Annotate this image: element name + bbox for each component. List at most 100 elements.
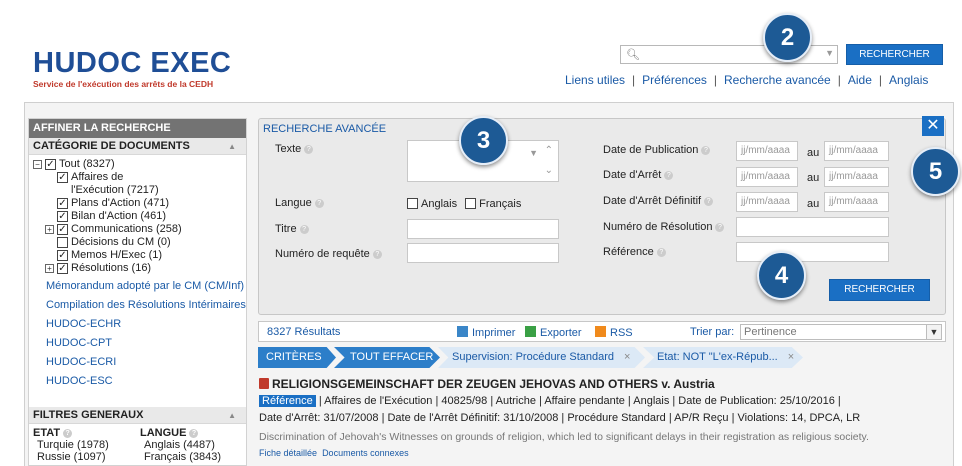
result-description: Discrimination of Jehovah's Witnesses on… xyxy=(259,431,869,443)
expand-toggle[interactable]: + xyxy=(45,264,54,273)
langue-item[interactable]: Français (3843) xyxy=(140,451,221,463)
expand-toggle[interactable]: + xyxy=(45,225,54,234)
checkbox-bilan[interactable]: ✓ xyxy=(57,211,68,222)
label-titre: Titre? xyxy=(275,223,309,235)
checkbox-affaires[interactable]: ✓ xyxy=(57,172,68,183)
refine-header: AFFINER LA RECHERCHE xyxy=(29,119,246,138)
category-header[interactable]: CATÉGORIE DE DOCUMENTS ▲ xyxy=(29,138,246,155)
help-icon[interactable]: ? xyxy=(299,225,309,234)
link-preferences[interactable]: Préférences xyxy=(642,73,707,87)
link-documents-connexes[interactable]: Documents connexes xyxy=(322,448,409,458)
date-arret-from[interactable]: jj/mm/aaaa xyxy=(736,167,798,187)
collapse-toggle[interactable]: − xyxy=(33,160,42,169)
help-icon[interactable]: ? xyxy=(372,250,382,259)
logo-subtitle: Service de l'exécution des arrêts de la … xyxy=(33,79,214,89)
etat-item[interactable]: Russie (1097) xyxy=(33,451,109,463)
result-title-text: RELIGIONSGEMEINSCHAFT DER ZEUGEN JEHOVAS… xyxy=(272,377,715,391)
tree-label-affaires: Affaires de xyxy=(71,171,124,183)
remove-filter-icon[interactable]: × xyxy=(624,351,630,363)
date-pub-from[interactable]: jj/mm/aaaa xyxy=(736,141,798,161)
collapse-icon[interactable]: ▲ xyxy=(228,138,236,155)
label-num-requete: Numéro de requête? xyxy=(275,248,382,260)
hudoc-exec-logo[interactable]: HUDOC EXEC Service de l'exécution des ar… xyxy=(33,48,231,89)
chevron-down-icon[interactable]: ▼ xyxy=(529,144,538,162)
checkbox-resolutions[interactable]: ✓ xyxy=(57,263,68,274)
tree-label-bilan: Bilan d'Action (461) xyxy=(71,210,167,222)
help-icon[interactable]: ? xyxy=(304,145,314,154)
top-search-button[interactable]: RECHERCHER xyxy=(846,44,943,65)
date-arret-to[interactable]: jj/mm/aaaa xyxy=(824,167,889,187)
checkbox-memos[interactable]: ✓ xyxy=(57,250,68,261)
criteria-chip[interactable]: CRITÈRES xyxy=(258,347,336,368)
titre-input[interactable] xyxy=(407,219,559,239)
result-title[interactable]: RELIGIONSGEMEINSCHAFT DER ZEUGEN JEHOVAS… xyxy=(259,377,715,391)
etat-item[interactable]: Turquie (1978) xyxy=(33,439,109,451)
close-icon[interactable]: ✕ xyxy=(922,116,944,136)
label-au: au xyxy=(807,147,820,159)
link-hudoc-echr[interactable]: HUDOC-ECHR xyxy=(29,315,246,334)
date-def-to[interactable]: jj/mm/aaaa xyxy=(824,192,889,212)
filter-chip-etat[interactable]: Etat: NOT "L'ex-Répub... × xyxy=(643,347,803,368)
scroll-down-icon[interactable]: ⌄ xyxy=(545,162,553,180)
langue-item[interactable]: Anglais (4487) xyxy=(140,439,221,451)
chevron-down-icon[interactable]: ▼ xyxy=(926,325,941,339)
date-def-from[interactable]: jj/mm/aaaa xyxy=(736,192,798,212)
results-toolbar: 8327 Résultats Imprimer Exporter RSS Tri… xyxy=(258,321,946,342)
filter-chip-label: Etat: NOT "L'ex-Répub... xyxy=(657,351,778,363)
filter-chip-label: Supervision: Procédure Standard xyxy=(452,351,615,363)
checkbox-decisions[interactable] xyxy=(57,237,68,248)
category-tree: − ✓ Tout (8327) ✓ Affaires de l'Exécution (… xyxy=(29,155,246,275)
checkbox-communications[interactable]: ✓ xyxy=(57,224,68,235)
help-icon[interactable]: ? xyxy=(63,429,73,438)
label-date-publication: Date de Publication? xyxy=(603,144,711,156)
link-recherche-avancee[interactable]: Recherche avancée xyxy=(724,73,831,87)
checkbox-plans[interactable]: ✓ xyxy=(57,198,68,209)
export-button[interactable]: Exporter xyxy=(525,326,582,339)
link-fiche-detaillee[interactable]: Fiche détaillée xyxy=(259,448,317,458)
help-icon[interactable]: ? xyxy=(664,171,674,180)
collapse-icon[interactable]: ▲ xyxy=(228,407,236,424)
date-pub-to[interactable]: jj/mm/aaaa xyxy=(824,141,889,161)
label-langue: Langue? xyxy=(275,197,324,209)
link-compilation[interactable]: Compilation des Résolutions Intérimaires xyxy=(29,296,246,315)
remove-filter-icon[interactable]: × xyxy=(788,351,794,363)
help-icon[interactable]: ? xyxy=(314,199,324,208)
checkbox-francais[interactable] xyxy=(465,198,477,209)
help-icon[interactable]: ? xyxy=(701,146,711,155)
help-icon[interactable]: ? xyxy=(704,197,714,206)
link-hudoc-esc[interactable]: HUDOC-ESC xyxy=(29,372,246,391)
filter-chip-supervision[interactable]: Supervision: Procédure Standard × xyxy=(438,347,645,368)
link-anglais[interactable]: Anglais xyxy=(889,73,928,87)
reference-input[interactable] xyxy=(736,242,889,262)
advanced-search-button[interactable]: RECHERCHER xyxy=(829,279,930,301)
filters-header[interactable]: FILTRES GENERAUX ▲ xyxy=(29,407,246,424)
help-icon[interactable]: ? xyxy=(189,429,199,438)
rss-button[interactable]: RSS xyxy=(595,326,633,339)
checkbox-tout[interactable]: ✓ xyxy=(45,159,56,170)
callout-4: 4 xyxy=(757,251,806,300)
reference-badge[interactable]: Référence xyxy=(259,395,316,407)
checkbox-anglais[interactable] xyxy=(407,198,418,209)
tree-label-affaires-cont: l'Exécution (7217) xyxy=(71,184,159,196)
tree-label-resolutions: Résolutions (16) xyxy=(71,262,152,274)
num-resolution-input[interactable] xyxy=(736,217,889,237)
link-hudoc-ecri[interactable]: HUDOC-ECRI xyxy=(29,353,246,372)
label-texte: Texte? xyxy=(275,143,314,155)
num-requete-input[interactable] xyxy=(407,243,559,263)
clear-all-chip[interactable]: TOUT EFFACER xyxy=(334,347,440,368)
tree-label-communications: Communications (258) xyxy=(71,223,182,235)
results-count: 8327 Résultats xyxy=(267,326,341,338)
etat-title: ETAT xyxy=(33,427,61,439)
export-icon xyxy=(525,326,536,337)
link-liens-utiles[interactable]: Liens utiles xyxy=(565,73,625,87)
help-icon[interactable]: ? xyxy=(656,248,666,257)
print-button[interactable]: Imprimer xyxy=(457,326,515,339)
link-hudoc-cpt[interactable]: HUDOC-CPT xyxy=(29,334,246,353)
scroll-up-icon[interactable]: ⌃ xyxy=(545,142,553,160)
search-icon: 🔍︎ xyxy=(626,49,640,61)
sort-select[interactable]: Pertinence ▼ xyxy=(740,324,942,340)
help-icon[interactable]: ? xyxy=(715,223,725,232)
link-memorandum[interactable]: Mémorandum adopté par le CM (CM/Inf) xyxy=(29,277,246,296)
chevron-down-icon[interactable]: ▼ xyxy=(825,48,834,58)
link-aide[interactable]: Aide xyxy=(848,73,872,87)
